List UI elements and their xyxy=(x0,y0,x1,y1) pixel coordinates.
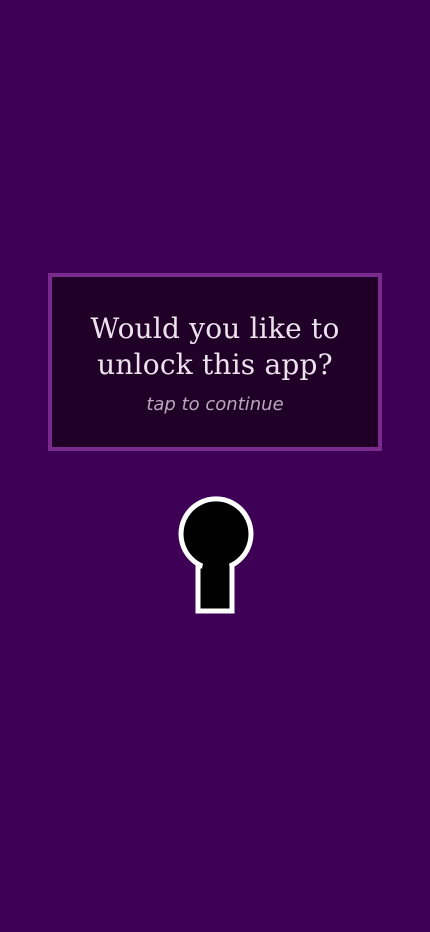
tap-to-continue-hint: tap to continue xyxy=(146,394,284,415)
unlock-prompt-card[interactable]: Would you like to unlock this app? tap t… xyxy=(48,273,382,451)
keyhole-icon-graphic xyxy=(178,496,254,614)
lock-screen: Would you like to unlock this app? tap t… xyxy=(0,0,430,932)
unlock-prompt-title-line2: unlock this app? xyxy=(97,348,333,381)
keyhole-shape xyxy=(178,496,254,614)
unlock-prompt-title-line1: Would you like to xyxy=(90,312,340,345)
keyhole-icon[interactable] xyxy=(176,494,256,616)
unlock-prompt-title: Would you like to unlock this app? xyxy=(64,311,366,383)
